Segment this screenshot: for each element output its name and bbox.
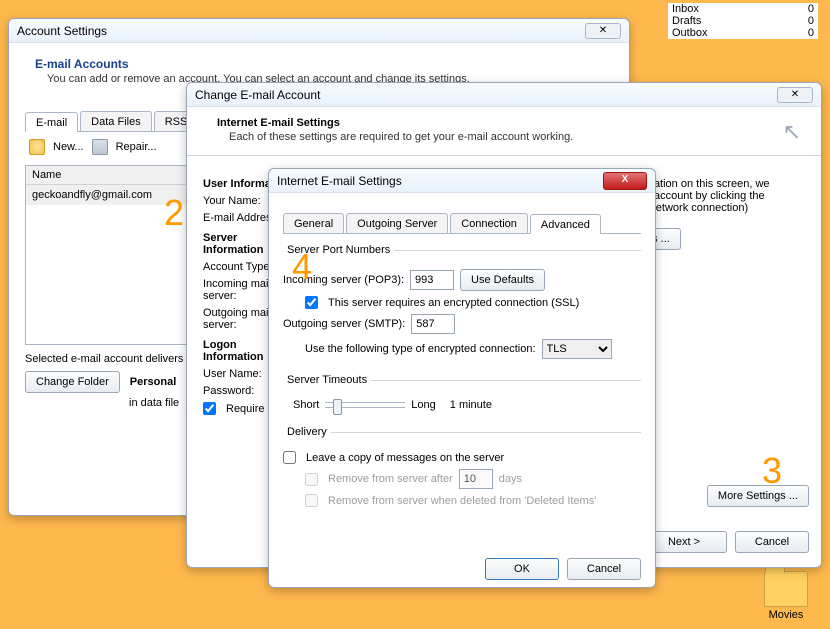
leave-copy-label: Leave a copy of messages on the server [306, 452, 504, 464]
ssl-checkbox[interactable] [305, 296, 318, 309]
subtext: Each of these settings are required to g… [229, 131, 805, 143]
delivery-legend: Delivery [283, 426, 331, 438]
timeout-value: 1 minute [450, 399, 492, 411]
remove-deleted-checkbox [305, 494, 318, 507]
tab-data-files[interactable]: Data Files [80, 111, 152, 131]
more-settings-button[interactable]: More Settings ... [707, 485, 809, 507]
close-button[interactable]: X [603, 172, 647, 190]
new-button[interactable]: New... [53, 141, 84, 153]
repair-button[interactable]: Repair... [116, 141, 157, 153]
window-title: Change E-mail Account [195, 88, 320, 102]
server-port-numbers-legend: Server Port Numbers [283, 244, 394, 256]
internet-email-settings-dialog: Internet E-mail Settings X General Outgo… [268, 168, 656, 588]
close-button[interactable]: ✕ [585, 23, 621, 39]
close-button[interactable]: ✕ [777, 87, 813, 103]
days-label: days [499, 473, 522, 485]
use-defaults-button[interactable]: Use Defaults [460, 269, 545, 291]
ssl-label: This server requires an encrypted connec… [328, 297, 579, 309]
tab-general[interactable]: General [283, 213, 344, 233]
server-timeouts-legend: Server Timeouts [283, 374, 371, 386]
window-title: Account Settings [17, 24, 107, 38]
heading: Internet E-mail Settings [217, 117, 340, 129]
dialog-title: Internet E-mail Settings [277, 174, 402, 188]
heading: E-mail Accounts [35, 57, 613, 71]
desktop-folder-label: Movies [762, 609, 810, 621]
personal-label: Personal [130, 376, 176, 388]
new-icon [29, 139, 45, 155]
require-checkbox[interactable] [203, 402, 216, 415]
timeout-slider[interactable] [325, 402, 405, 408]
leave-copy-checkbox[interactable] [283, 451, 296, 464]
remove-after-label: Remove from server after [328, 473, 453, 485]
incoming-port-input[interactable] [410, 270, 454, 290]
settings-tabs: General Outgoing Server Connection Advan… [283, 213, 641, 234]
cancel-button[interactable]: Cancel [735, 531, 809, 553]
remove-after-checkbox [305, 473, 318, 486]
change-folder-button[interactable]: Change Folder [25, 371, 120, 393]
remove-deleted-label: Remove from server when deleted from 'De… [328, 495, 596, 507]
short-label: Short [293, 399, 319, 411]
encryption-type-label: Use the following type of encrypted conn… [305, 343, 536, 355]
tab-advanced[interactable]: Advanced [530, 214, 601, 234]
long-label: Long [411, 399, 435, 411]
repair-icon [92, 139, 108, 155]
outgoing-port-input[interactable] [411, 314, 455, 334]
remove-after-days-input [459, 469, 493, 489]
incoming-server-label: Incoming server (POP3): [283, 274, 404, 286]
desktop-folder-movies[interactable]: Movies [762, 571, 810, 621]
mail-folder-counts: Inbox0 Drafts0 Outbox0 [668, 3, 818, 39]
tab-connection[interactable]: Connection [450, 213, 528, 233]
ok-button[interactable]: OK [485, 558, 559, 580]
outgoing-server-label: Outgoing server (SMTP): [283, 318, 405, 330]
pointer-icon: ↖ [783, 119, 801, 145]
tab-outgoing-server[interactable]: Outgoing Server [346, 213, 448, 233]
cancel-button[interactable]: Cancel [567, 558, 641, 580]
tab-email[interactable]: E-mail [25, 112, 78, 132]
encryption-type-select[interactable]: TLS [542, 339, 612, 359]
